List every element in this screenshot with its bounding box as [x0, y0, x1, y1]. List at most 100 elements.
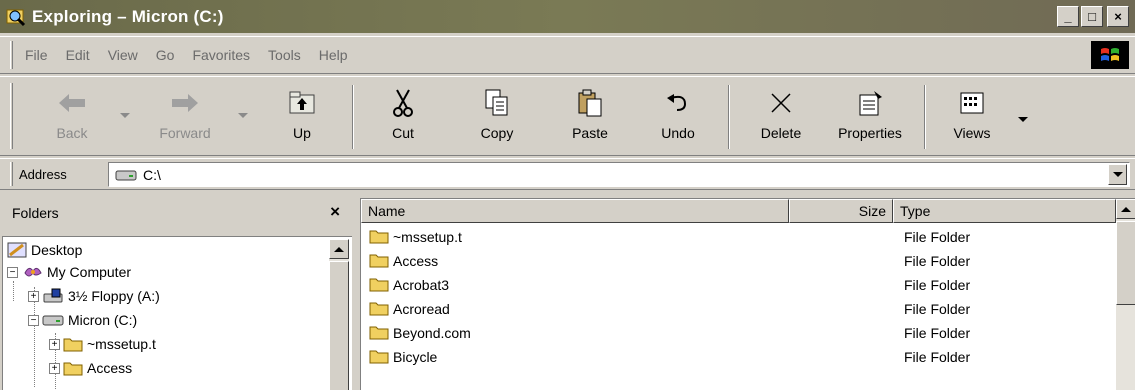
- menu-file[interactable]: File: [25, 47, 48, 63]
- chevron-up-icon: [334, 246, 344, 252]
- paste-label: Paste: [572, 125, 608, 141]
- maximize-button[interactable]: □: [1081, 6, 1103, 27]
- views-icon: [959, 83, 985, 123]
- back-button[interactable]: Back: [44, 83, 100, 153]
- column-header-type[interactable]: Type: [893, 199, 1116, 223]
- folders-pane: Folders × Desktop − My Computer + 3½ Flo…: [0, 196, 352, 390]
- toolbar-separator: [352, 85, 354, 149]
- tree-item-mssetup[interactable]: + ~mssetup.t: [49, 333, 156, 355]
- toolbar-separator: [728, 85, 730, 149]
- tree-item-micron-c[interactable]: − Micron (C:): [28, 309, 137, 331]
- cut-button[interactable]: Cut: [378, 83, 428, 153]
- list-item[interactable]: Bicycle File Folder: [361, 345, 1116, 369]
- forward-dropdown-icon[interactable]: [238, 113, 248, 118]
- address-label: Address: [19, 166, 67, 182]
- address-dropdown-button[interactable]: [1108, 164, 1127, 185]
- chevron-up-icon: [1121, 206, 1131, 212]
- paste-button[interactable]: Paste: [560, 83, 620, 153]
- folder-icon: [369, 228, 389, 247]
- column-header-label: Size: [858, 203, 886, 219]
- file-type: File Folder: [904, 301, 971, 317]
- maximize-icon: □: [1088, 9, 1096, 24]
- forward-button[interactable]: Forward: [144, 83, 226, 153]
- toolbar-grip[interactable]: [10, 83, 13, 149]
- column-header-label: Name: [368, 203, 406, 219]
- folder-icon: [369, 324, 389, 343]
- views-dropdown-icon[interactable]: [1018, 117, 1028, 122]
- menu-view[interactable]: View: [108, 47, 138, 63]
- scroll-thumb[interactable]: [1116, 221, 1135, 305]
- address-input[interactable]: C:\: [108, 162, 1130, 187]
- folder-icon: [63, 336, 83, 352]
- expand-icon[interactable]: +: [49, 362, 60, 374]
- menu-tools[interactable]: Tools: [268, 47, 301, 63]
- collapse-icon[interactable]: −: [7, 266, 18, 278]
- menu-grip[interactable]: [10, 41, 13, 69]
- views-button[interactable]: Views: [942, 83, 1002, 153]
- list-item[interactable]: Access File Folder: [361, 249, 1116, 273]
- file-type: File Folder: [904, 325, 971, 341]
- scroll-thumb[interactable]: [329, 261, 349, 390]
- copy-label: Copy: [480, 125, 514, 141]
- file-list-pane[interactable]: Name Size Type ~mssetup.t File Folder Ac…: [360, 198, 1135, 390]
- undo-button[interactable]: Undo: [648, 83, 708, 153]
- menu-go[interactable]: Go: [156, 47, 175, 63]
- tree-item-my-computer[interactable]: − My Computer: [7, 261, 131, 283]
- views-label: Views: [953, 125, 991, 141]
- expand-icon[interactable]: +: [28, 290, 39, 302]
- tree-scrollbar[interactable]: [329, 239, 349, 390]
- chevron-down-icon: [1112, 172, 1123, 177]
- tree-item-label: Desktop: [31, 242, 83, 258]
- address-bar: Address C:\: [0, 158, 1135, 190]
- paste-icon: [576, 83, 604, 123]
- file-name: Beyond.com: [393, 325, 471, 341]
- menu-help[interactable]: Help: [319, 47, 348, 63]
- windows-logo-icon: [1091, 41, 1129, 69]
- properties-button[interactable]: Properties: [826, 83, 914, 153]
- tree-item-desktop[interactable]: Desktop: [7, 239, 82, 261]
- folder-tree[interactable]: Desktop − My Computer + 3½ Floppy (A:) −…: [2, 236, 352, 390]
- tree-item-floppy[interactable]: + 3½ Floppy (A:): [28, 285, 160, 307]
- address-value: C:\: [143, 166, 161, 183]
- folder-icon: [369, 252, 389, 271]
- delete-button[interactable]: Delete: [748, 83, 814, 153]
- folder-icon: [369, 300, 389, 319]
- list-item[interactable]: Acrobat3 File Folder: [361, 273, 1116, 297]
- file-list-scrollbar[interactable]: [1116, 199, 1135, 390]
- floppy-drive-icon: [42, 288, 64, 304]
- column-header-name[interactable]: Name: [361, 199, 789, 223]
- column-header-label: Type: [900, 203, 931, 219]
- tree-item-label: Access: [87, 360, 133, 376]
- expand-icon[interactable]: +: [49, 338, 60, 350]
- tree-item-label: My Computer: [47, 264, 132, 280]
- copy-button[interactable]: Copy: [467, 83, 527, 153]
- close-folders-icon[interactable]: ×: [330, 202, 340, 222]
- back-dropdown-icon[interactable]: [120, 113, 130, 118]
- file-type: File Folder: [904, 253, 971, 269]
- title-bar[interactable]: Exploring – Micron (C:) _ □ ×: [0, 0, 1135, 33]
- pane-splitter[interactable]: [352, 196, 358, 390]
- tree-item-access[interactable]: + Access: [49, 357, 132, 379]
- scroll-up-button[interactable]: [329, 239, 349, 259]
- close-button[interactable]: ×: [1107, 6, 1129, 27]
- list-item[interactable]: Acroread File Folder: [361, 297, 1116, 321]
- tree-item-label: Micron (C:): [68, 312, 138, 328]
- menu-favorites[interactable]: Favorites: [192, 47, 250, 63]
- folders-title: Folders: [12, 205, 59, 221]
- scroll-up-button[interactable]: [1116, 199, 1135, 219]
- folders-header: Folders ×: [0, 196, 352, 230]
- list-item[interactable]: Beyond.com File Folder: [361, 321, 1116, 345]
- up-button[interactable]: Up: [272, 83, 332, 153]
- file-name: Acroread: [393, 301, 450, 317]
- menu-edit[interactable]: Edit: [66, 47, 90, 63]
- address-grip[interactable]: [10, 162, 13, 186]
- collapse-icon[interactable]: −: [28, 314, 39, 326]
- file-name: Acrobat3: [393, 277, 450, 293]
- toolbar-separator: [924, 85, 926, 149]
- undo-label: Undo: [661, 125, 695, 141]
- list-item[interactable]: ~mssetup.t File Folder: [361, 225, 1116, 249]
- minimize-button[interactable]: _: [1057, 6, 1079, 27]
- up-folder-icon: [288, 83, 316, 123]
- folder-icon: [369, 276, 389, 295]
- column-header-size[interactable]: Size: [789, 199, 893, 223]
